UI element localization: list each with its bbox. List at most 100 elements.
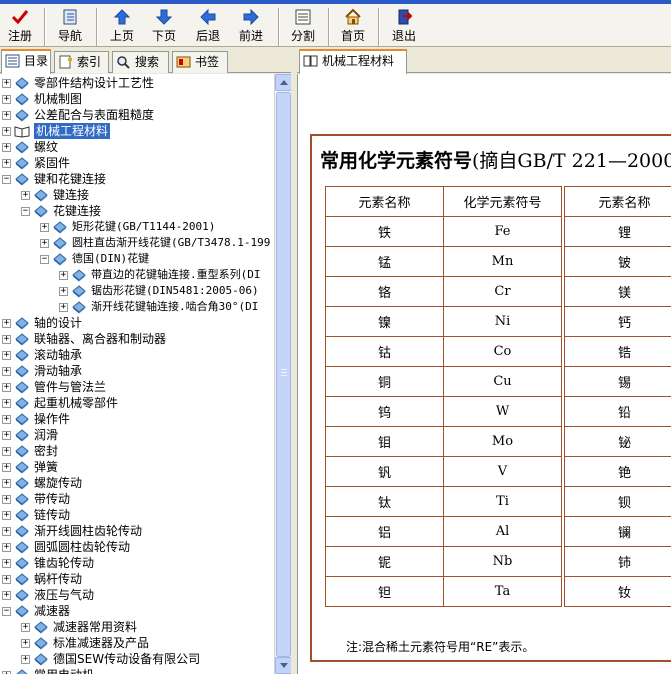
tree-node[interactable]: + 弹簧: [0, 459, 274, 475]
tree-node[interactable]: + 螺纹: [0, 139, 274, 155]
tree-node[interactable]: + 锥齿轮传动: [0, 555, 274, 571]
tree-node[interactable]: − 减速器: [0, 603, 274, 619]
tree-node[interactable]: + 起重机械零部件: [0, 395, 274, 411]
expand-toggle-icon[interactable]: +: [59, 271, 68, 280]
expand-toggle-icon[interactable]: +: [2, 79, 11, 88]
tree-node[interactable]: + 密封: [0, 443, 274, 459]
forward-button[interactable]: 前进: [233, 6, 269, 46]
tree-node[interactable]: + 滚动轴承: [0, 347, 274, 363]
tree-node[interactable]: + 蜗杆传动: [0, 571, 274, 587]
expand-toggle-icon[interactable]: +: [2, 383, 11, 392]
expand-toggle-icon[interactable]: +: [2, 495, 11, 504]
table-cell: 钒: [325, 456, 444, 487]
expand-toggle-icon[interactable]: +: [2, 159, 11, 168]
tree-node[interactable]: − 花键连接: [0, 203, 274, 219]
tree-node[interactable]: + 带直边的花键轴连接.重型系列(DI: [0, 267, 274, 283]
tree-node[interactable]: + 标准减速器及产品: [0, 635, 274, 651]
scroll-up-button[interactable]: [275, 74, 292, 91]
tree-node[interactable]: + 液压与气动: [0, 587, 274, 603]
tree-node[interactable]: + 键连接: [0, 187, 274, 203]
expand-toggle-icon[interactable]: +: [2, 479, 11, 488]
tree-node[interactable]: + 渐开线圆柱齿轮传动: [0, 523, 274, 539]
expand-toggle-icon[interactable]: +: [2, 143, 11, 152]
tree-node[interactable]: + 管件与管法兰: [0, 379, 274, 395]
expand-toggle-icon[interactable]: +: [21, 639, 30, 648]
expand-toggle-icon[interactable]: +: [2, 543, 11, 552]
tree-node[interactable]: + 操作件: [0, 411, 274, 427]
book-icon: [53, 221, 67, 234]
tree-node[interactable]: + 矩形花键(GB/T1144-2001): [0, 219, 274, 235]
expand-toggle-icon[interactable]: +: [2, 591, 11, 600]
tab-document[interactable]: 机械工程材料: [299, 49, 407, 74]
tree-node[interactable]: + 锯齿形花键(DIN5481:2005-06): [0, 283, 274, 299]
expand-toggle-icon[interactable]: +: [2, 463, 11, 472]
expand-toggle-icon[interactable]: +: [59, 303, 68, 312]
expand-toggle-icon[interactable]: +: [2, 335, 11, 344]
expand-toggle-icon[interactable]: +: [2, 111, 11, 120]
home-button[interactable]: 首页: [335, 6, 371, 46]
tree-node[interactable]: + 润滑: [0, 427, 274, 443]
tree-node[interactable]: +常用电动机: [0, 667, 274, 674]
page-up-button[interactable]: 上页: [104, 6, 140, 46]
tree-node[interactable]: + 圆弧圆柱齿轮传动: [0, 539, 274, 555]
expand-toggle-icon[interactable]: +: [2, 351, 11, 360]
tree-node[interactable]: + 紧固件: [0, 155, 274, 171]
scroll-thumb[interactable]: [276, 92, 291, 657]
register-button[interactable]: 注册: [2, 6, 38, 46]
expand-toggle-icon[interactable]: +: [2, 95, 11, 104]
collapse-toggle-icon[interactable]: −: [2, 175, 11, 184]
expand-toggle-icon[interactable]: +: [21, 655, 30, 664]
tree-node[interactable]: + 轴的设计: [0, 315, 274, 331]
expand-toggle-icon[interactable]: +: [2, 319, 11, 328]
tree-node[interactable]: − 德国(DIN)花键: [0, 251, 274, 267]
navigation-button[interactable]: 导航: [52, 6, 88, 46]
back-button[interactable]: 后退: [190, 6, 226, 46]
expand-toggle-icon[interactable]: +: [21, 623, 30, 632]
tree-node[interactable]: + 机械工程材料: [0, 123, 274, 139]
expand-toggle-icon[interactable]: +: [2, 431, 11, 440]
scroll-down-button[interactable]: [275, 657, 292, 674]
tree-node[interactable]: + 圆柱直齿渐开线花键(GB/T3478.1-199: [0, 235, 274, 251]
tree-node[interactable]: − 键和花键连接: [0, 171, 274, 187]
tree-node[interactable]: + 螺旋传动: [0, 475, 274, 491]
expand-toggle-icon[interactable]: +: [21, 191, 30, 200]
expand-toggle-icon[interactable]: +: [59, 287, 68, 296]
tree-node[interactable]: + 零部件结构设计工艺性: [0, 75, 274, 91]
exit-button[interactable]: 退出: [386, 6, 422, 46]
tree-node[interactable]: + 滑动轴承: [0, 363, 274, 379]
tree-node[interactable]: + 公差配合与表面粗糙度: [0, 107, 274, 123]
expand-toggle-icon[interactable]: +: [2, 127, 11, 136]
expand-toggle-icon[interactable]: +: [40, 239, 49, 248]
tree-node-label: 起重机械零部件: [34, 396, 119, 410]
expand-toggle-icon[interactable]: +: [2, 447, 11, 456]
tab-index[interactable]: 索引: [54, 51, 109, 73]
tree-node[interactable]: + 德国SEW传动设备有限公司: [0, 651, 274, 667]
tree-scrollbar[interactable]: [274, 74, 292, 674]
collapse-toggle-icon[interactable]: −: [2, 607, 11, 616]
tree-node-label: 渐开线圆柱齿轮传动: [34, 524, 143, 538]
expand-toggle-icon[interactable]: +: [2, 511, 11, 520]
tab-contents[interactable]: 目录: [1, 49, 51, 74]
tree-node-label: 液压与气动: [34, 588, 95, 602]
collapse-toggle-icon[interactable]: −: [21, 207, 30, 216]
table-cell: 钕: [564, 576, 671, 607]
collapse-toggle-icon[interactable]: −: [40, 255, 49, 264]
tree-node[interactable]: + 机械制图: [0, 91, 274, 107]
tab-search[interactable]: 搜索: [112, 51, 169, 73]
expand-toggle-icon[interactable]: +: [2, 559, 11, 568]
tree-node[interactable]: + 链传动: [0, 507, 274, 523]
tree-node[interactable]: + 带传动: [0, 491, 274, 507]
expand-toggle-icon[interactable]: +: [2, 575, 11, 584]
split-button[interactable]: 分割: [285, 6, 321, 46]
expand-toggle-icon[interactable]: +: [40, 223, 49, 232]
expand-toggle-icon[interactable]: +: [2, 367, 11, 376]
tree-node[interactable]: + 渐开线花键轴连接.啮合角30°(DI: [0, 299, 274, 315]
tree-node[interactable]: + 减速器常用资料: [0, 619, 274, 635]
tree-node-label: 花键连接: [53, 204, 102, 218]
page-down-button[interactable]: 下页: [146, 6, 182, 46]
expand-toggle-icon[interactable]: +: [2, 415, 11, 424]
tree-node[interactable]: + 联轴器、离合器和制动器: [0, 331, 274, 347]
expand-toggle-icon[interactable]: +: [2, 527, 11, 536]
tab-bookmarks[interactable]: 书签: [172, 51, 228, 73]
expand-toggle-icon[interactable]: +: [2, 399, 11, 408]
